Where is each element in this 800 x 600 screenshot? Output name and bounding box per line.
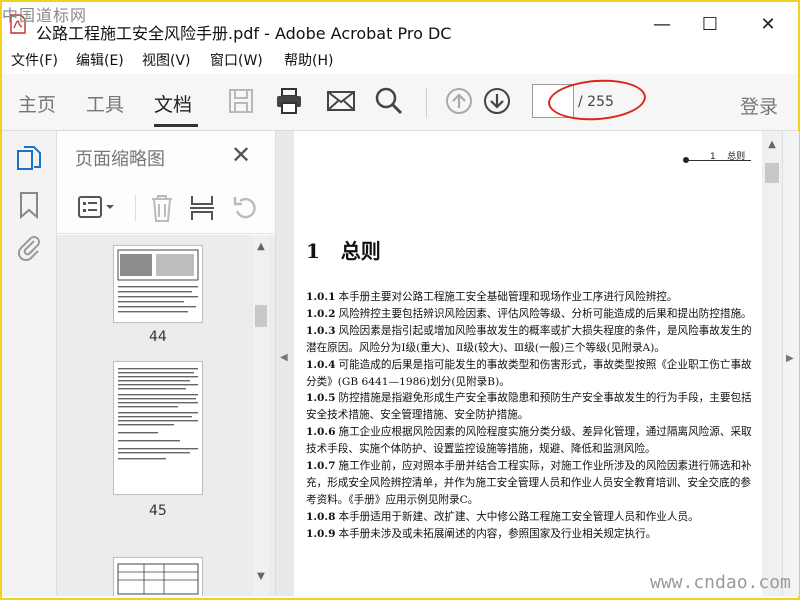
extract-page-icon[interactable] [189, 193, 215, 223]
minimize-button[interactable]: — [640, 14, 684, 44]
document-viewport: 1 总则 1 总则 1.0.1 本手册主要对公路工程施工安全基础管理和现场作业工序… [276, 131, 762, 596]
window-title: 公路工程施工安全风险手册.pdf - Adobe Acrobat Pro DC [36, 24, 452, 43]
para-text: 防控措施是指避免形成生产安全事故隐患和预防生产安全事故发生的行为手段，主要包括安… [306, 392, 752, 422]
paragraph-1-0-7: 1.0.7 施工作业前，应对照本手册并结合工程实际，对施工作业所涉及的风险因素进行… [306, 458, 754, 509]
menu-window[interactable]: 窗口(W) [210, 50, 263, 70]
running-head: 1 总则 [710, 152, 746, 162]
bookmark-icon[interactable] [18, 191, 40, 219]
paragraph-1-0-4: 1.0.4 可能造成的后果是指可能发生的事故类型和伤害形式，事故类型按照《企业职工… [306, 357, 754, 391]
menu-view[interactable]: 视图(V) [142, 50, 191, 70]
chapter-title: 1 总则 [306, 239, 381, 263]
close-window-button[interactable]: ✕ [746, 14, 790, 44]
para-number: 1.0.4 [306, 358, 336, 371]
thumbnail-scroll-up-icon[interactable]: ▲ [253, 241, 269, 252]
print-icon[interactable] [274, 86, 304, 116]
left-navigation-rail [2, 131, 57, 596]
login-button[interactable]: 登录 [740, 92, 778, 119]
page-up-icon[interactable] [444, 86, 474, 116]
para-text: 本手册主要对公路工程施工安全基础管理和现场作业工序进行风险辨控。 [338, 291, 678, 303]
para-number: 1.0.8 [306, 510, 336, 523]
thumbnail-scroll-thumb[interactable] [255, 305, 267, 327]
close-panel-icon[interactable]: ✕ [231, 141, 251, 169]
para-text: 风险因素是指引起或增加风险事故发生的概率或扩大损失程度的条件，是风险事故发生的潜… [306, 324, 752, 354]
thumbnail-list: 44 45 ▲ ▼ [57, 235, 275, 596]
delete-page-icon[interactable] [149, 193, 175, 223]
para-text: 施工作业前，应对照本手册并结合工程实际，对施工作业所涉及的风险因素进行筛选和补充… [306, 460, 752, 506]
thumbnail-label-45: 45 [149, 503, 167, 519]
expand-right-panel-icon[interactable]: ▶ [786, 353, 794, 364]
thumbnail-page-44[interactable] [113, 245, 203, 323]
document-scrollbar[interactable]: ▲ [762, 131, 782, 596]
thumbnail-scroll-down-icon[interactable]: ▼ [253, 571, 269, 582]
paragraph-1-0-1: 1.0.1 本手册主要对公路工程施工安全基础管理和现场作业工序进行风险辨控。 [306, 289, 754, 306]
thumbnail-46-preview [117, 563, 199, 595]
tab-home[interactable]: 主页 [18, 90, 56, 117]
thumbnail-44-preview [117, 249, 199, 313]
paragraph-1-0-2: 1.0.2 风险辨控主要包括辨识风险因素、评估风险等级、分析可能造成的后果和提出防… [306, 306, 754, 323]
paragraph-list: 1.0.1 本手册主要对公路工程施工安全基础管理和现场作业工序进行风险辨控。 1.… [306, 289, 754, 543]
tab-tools[interactable]: 工具 [86, 90, 124, 117]
doc-scroll-up-icon[interactable]: ▲ [764, 139, 780, 150]
watermark-bottom: www.cndao.com [650, 572, 791, 593]
menu-edit[interactable]: 编辑(E) [76, 50, 124, 70]
menu-bar: 文件(F) 编辑(E) 视图(V) 窗口(W) 帮助(H) [2, 46, 798, 72]
para-number: 1.0.1 [306, 291, 336, 303]
main-toolbar: 主页 工具 文档 / 255 登录 [2, 74, 798, 131]
doc-scroll-thumb[interactable] [765, 163, 779, 183]
para-number: 1.0.7 [306, 460, 336, 473]
para-text: 施工企业应根据风险因素的风险程度实施分类分级、差异化管理，通过隔离风险源、采取技… [306, 426, 752, 456]
email-icon[interactable] [326, 86, 356, 116]
para-number: 1.0.6 [306, 426, 336, 439]
thumbnail-page-46[interactable] [113, 557, 203, 596]
tab-document[interactable]: 文档 [154, 90, 192, 117]
search-icon[interactable] [374, 86, 404, 116]
para-text: 本手册未涉及或未拓展阐述的内容，参照国家及行业相关规定执行。 [338, 527, 657, 540]
para-number: 1.0.9 [306, 527, 336, 540]
thumbnail-options-icon[interactable] [77, 195, 117, 221]
para-text: 可能造成的后果是指可能发生的事故类型和伤害形式，事故类型按照《企业职工伤亡事故分… [306, 358, 752, 388]
para-text: 本手册适用于新建、改扩建、大中修公路工程施工安全管理人员和作业人员。 [338, 510, 699, 523]
right-panel-rail: ▶ [782, 131, 799, 596]
paragraph-1-0-8: 1.0.8 本手册适用于新建、改扩建、大中修公路工程施工安全管理人员和作业人员。 [306, 509, 754, 526]
thumbnail-panel: 页面缩略图 ✕ 44 45 ▲ ▼ [57, 131, 276, 596]
toolbar-separator [426, 88, 427, 118]
collapse-left-panel-icon[interactable]: ◀ [280, 352, 288, 363]
paragraph-1-0-3: 1.0.3 风险因素是指引起或增加风险事故发生的概率或扩大损失程度的条件，是风险事… [306, 323, 754, 357]
paragraph-1-0-5: 1.0.5 防控措施是指避免形成生产安全事故隐患和预防生产安全事故发生的行为手段，… [306, 390, 754, 424]
attachment-icon[interactable] [16, 233, 42, 261]
watermark-top: 中国道标网 [2, 6, 88, 25]
menu-file[interactable]: 文件(F) [11, 50, 58, 70]
para-number: 1.0.5 [306, 392, 336, 405]
panel-separator [135, 195, 136, 221]
page-thumbnails-icon[interactable] [16, 145, 42, 173]
menu-help[interactable]: 帮助(H) [284, 50, 333, 70]
thumbnail-scrollbar[interactable]: ▲ ▼ [253, 235, 269, 596]
panel-title: 页面缩略图 [75, 149, 165, 170]
panel-toolbar [57, 183, 275, 234]
active-tab-indicator [154, 124, 198, 127]
thumbnail-page-45[interactable] [113, 361, 203, 495]
para-number: 1.0.3 [306, 324, 336, 337]
paragraph-1-0-9: 1.0.9 本手册未涉及或未拓展阐述的内容，参照国家及行业相关规定执行。 [306, 526, 754, 543]
title-bar: 公路工程施工安全风险手册.pdf - Adobe Acrobat Pro DC … [2, 2, 798, 44]
para-text: 风险辨控主要包括辨识风险因素、评估风险等级、分析可能造成的后果和提出防控措施。 [338, 307, 752, 320]
pdf-page: 1 总则 1 总则 1.0.1 本手册主要对公路工程施工安全基础管理和现场作业工序… [294, 131, 762, 596]
paragraph-1-0-6: 1.0.6 施工企业应根据风险因素的风险程度实施分类分级、差异化管理，通过隔离风险… [306, 424, 754, 458]
save-icon[interactable] [226, 86, 256, 116]
thumbnail-45-preview [118, 368, 198, 460]
maximize-button[interactable]: ☐ [688, 14, 732, 44]
rotate-page-icon[interactable] [231, 193, 259, 223]
page-down-icon[interactable] [482, 86, 512, 116]
thumbnail-label-44: 44 [149, 329, 167, 345]
para-number: 1.0.2 [306, 307, 336, 320]
